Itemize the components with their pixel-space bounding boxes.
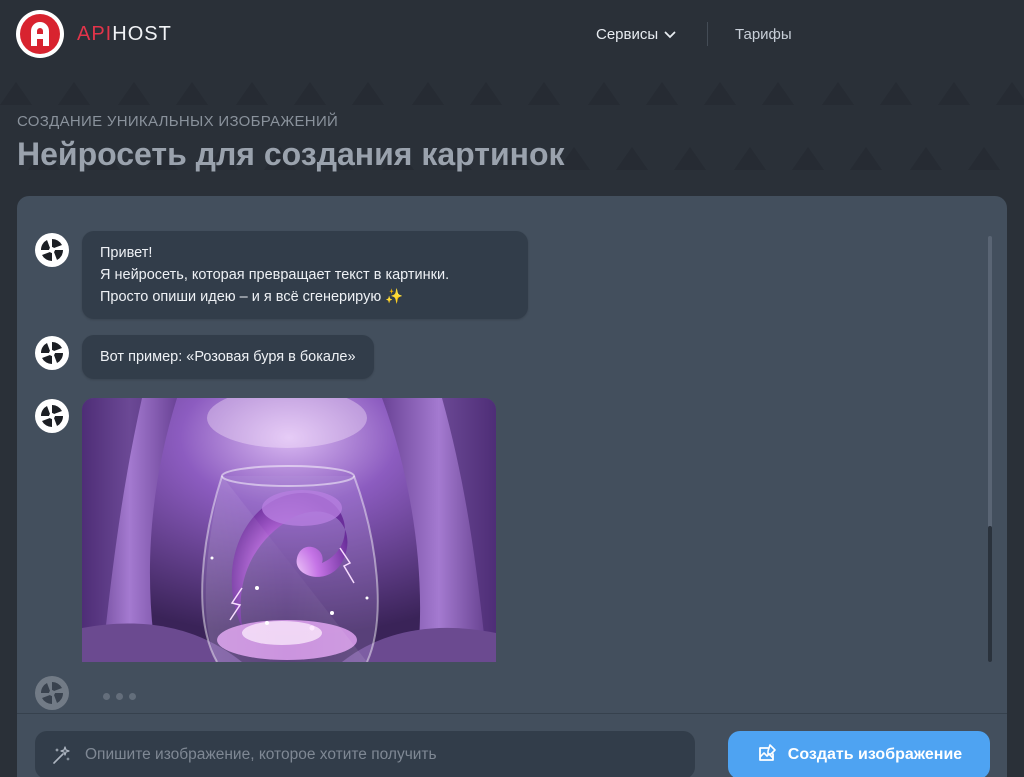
typing-dot (129, 693, 136, 700)
bot-message: Вот пример: «Розовая буря в бокале» (82, 335, 374, 379)
create-image-label: Создать изображение (787, 746, 963, 763)
image-edit-icon (756, 742, 778, 769)
swirl-icon (39, 403, 65, 429)
background-pattern (0, 60, 1024, 200)
nav-divider (707, 22, 708, 46)
generated-image[interactable] (82, 398, 496, 662)
composer: Создать изображение (17, 713, 1007, 777)
nav-tariffs[interactable]: Тарифы (735, 26, 792, 43)
typing-dot (103, 693, 110, 700)
chevron-down-icon (664, 31, 676, 38)
message-line: Вот пример: «Розовая буря в бокале» (100, 349, 356, 365)
page-subtitle: СОЗДАНИЕ УНИКАЛЬНЫХ ИЗОБРАЖЕНИЙ (17, 113, 339, 130)
bot-avatar-faded (35, 676, 69, 710)
typing-indicator (103, 693, 136, 700)
swirl-icon (39, 237, 65, 263)
page-title: Нейросеть для создания картинок (17, 136, 565, 172)
bot-message: Привет! Я нейросеть, которая превращает … (82, 231, 528, 319)
typing-dot (116, 693, 123, 700)
scrollbar-thumb[interactable] (988, 526, 992, 662)
brand-part-host: HOST (112, 23, 172, 45)
apihost-logo[interactable] (16, 10, 64, 58)
swirl-icon (39, 680, 65, 706)
message-line: Привет! (100, 245, 153, 261)
nav-services-label: Сервисы (596, 26, 659, 43)
message-line: Я нейросеть, которая превращает текст в … (100, 267, 450, 283)
swirl-icon (39, 340, 65, 366)
message-line: Просто опиши идею – и я всё сгенерирую ✨ (100, 289, 404, 305)
brand-name[interactable]: APIHOST (77, 23, 172, 46)
logo-a-icon (31, 22, 49, 46)
sparkles-icon (51, 744, 73, 766)
bot-avatar (35, 399, 69, 433)
create-image-button[interactable]: Создать изображение (728, 731, 990, 777)
chat-scrollbar[interactable] (988, 236, 992, 662)
bot-avatar (35, 336, 69, 370)
bot-avatar (35, 233, 69, 267)
nav-services[interactable]: Сервисы (596, 26, 676, 43)
site-header: APIHOST Сервисы Тарифы (0, 0, 1024, 70)
prompt-input[interactable] (85, 746, 695, 764)
chat-panel: Привет! Я нейросеть, которая превращает … (17, 196, 1007, 777)
brand-part-api: API (77, 23, 113, 45)
prompt-field[interactable] (35, 731, 695, 777)
